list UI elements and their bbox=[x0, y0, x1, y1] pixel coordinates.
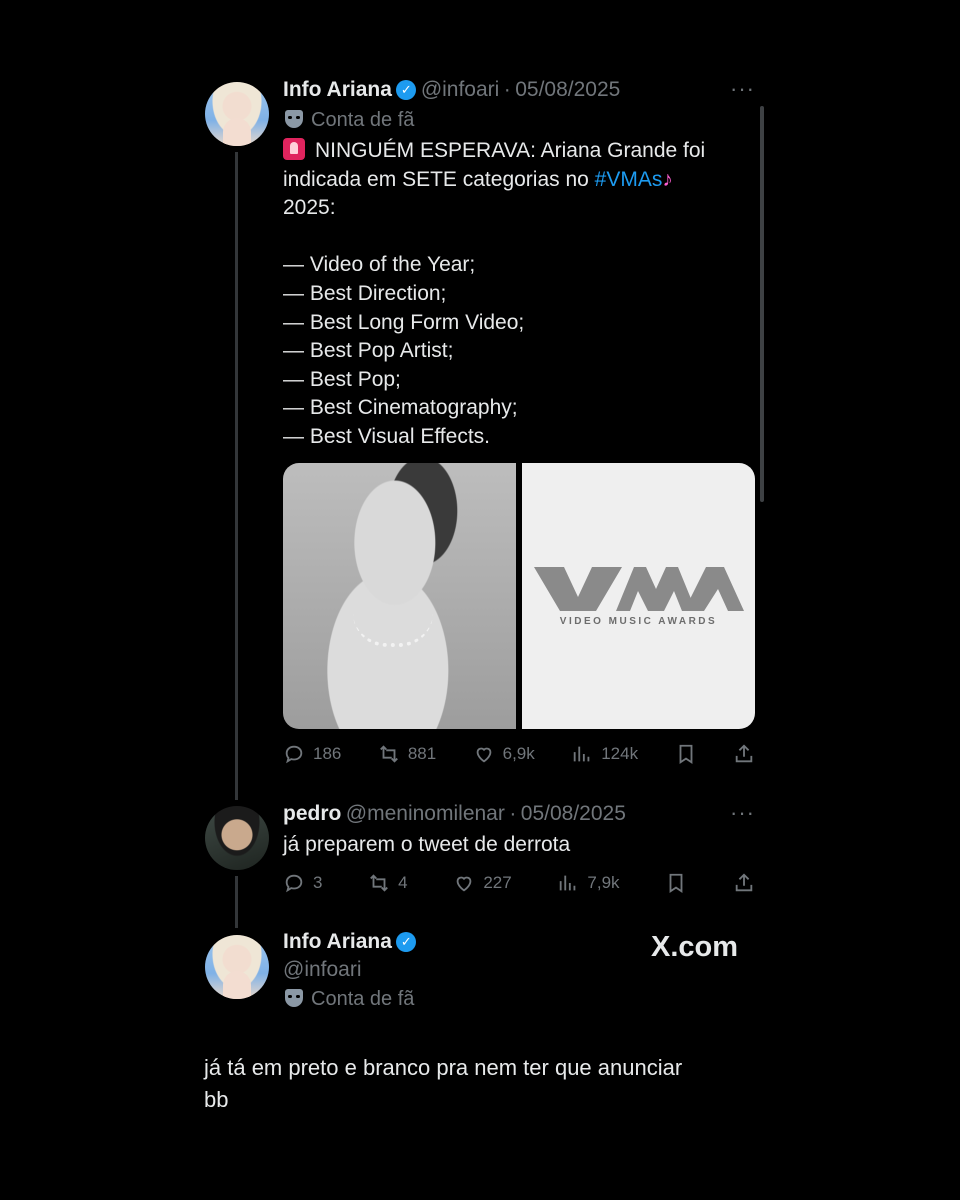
hashtag-link[interactable]: #VMAs bbox=[595, 168, 663, 191]
tweet-line-2: indicada em SETE categorias no #VMAs♪ bbox=[283, 167, 673, 191]
more-icon[interactable]: ··· bbox=[730, 800, 755, 826]
caption-text: já tá em preto e branco pra nem ter que … bbox=[204, 1052, 682, 1116]
category-item: — Best Pop Artist; bbox=[283, 339, 454, 363]
svg-text:M: M bbox=[666, 580, 678, 596]
tweet-line-3: 2025: bbox=[283, 196, 336, 220]
category-item: — Best Cinematography; bbox=[283, 396, 518, 420]
vma-logo-icon: M bbox=[534, 567, 744, 611]
necklace-detail bbox=[353, 613, 433, 647]
display-name[interactable]: Info Ariana bbox=[283, 78, 392, 101]
retweet-count: 881 bbox=[407, 744, 437, 763]
share-button[interactable] bbox=[733, 872, 755, 894]
username[interactable]: @infoari bbox=[421, 78, 500, 101]
share-button[interactable] bbox=[733, 743, 755, 765]
like-count: 6,9k bbox=[502, 744, 535, 763]
like-button[interactable]: 6,9k bbox=[473, 743, 535, 765]
siren-emoji-icon bbox=[283, 138, 305, 160]
verified-badge-icon: ✓ bbox=[396, 80, 417, 100]
photo-ariana[interactable] bbox=[283, 463, 516, 729]
reply-icon bbox=[285, 874, 303, 893]
vma-caption: VIDEO MUSIC AWARDS bbox=[559, 616, 718, 627]
account-label: Conta de fã bbox=[285, 109, 414, 132]
retweet-icon bbox=[379, 745, 398, 763]
display-name[interactable]: Info Ariana bbox=[283, 930, 392, 953]
brand-watermark: X.com bbox=[651, 931, 739, 963]
reply-button[interactable]: 3 bbox=[283, 872, 322, 894]
more-icon[interactable]: ··· bbox=[730, 76, 755, 102]
tweet-header: pedro @meninomilenar · 05/08/2025 bbox=[283, 802, 626, 826]
share-icon bbox=[735, 744, 753, 763]
tweet-header: Info Ariana ✓ bbox=[283, 930, 417, 954]
reply-button[interactable]: 186 bbox=[283, 743, 341, 765]
media-grid: M VIDEO MUSIC AWARDS bbox=[283, 463, 755, 729]
tweet-actions: 3 4 227 7,9k bbox=[283, 868, 755, 898]
bookmark-button[interactable] bbox=[675, 743, 697, 765]
tweet-date[interactable]: 05/08/2025 bbox=[521, 802, 626, 825]
like-button[interactable]: 227 bbox=[453, 872, 512, 894]
tweet-actions: 186 881 6,9k 124k bbox=[283, 739, 755, 769]
retweet-count: 4 bbox=[398, 873, 408, 892]
account-label: Conta de fã bbox=[285, 988, 414, 1011]
thread-line-2 bbox=[235, 876, 238, 928]
views-count: 124k bbox=[601, 744, 639, 763]
account-label-text: Conta de fã bbox=[311, 109, 415, 131]
views-icon bbox=[573, 746, 590, 762]
photo-vma-logo[interactable]: M VIDEO MUSIC AWARDS bbox=[522, 463, 755, 729]
avatar[interactable] bbox=[205, 82, 269, 146]
tweet-date[interactable]: 05/08/2025 bbox=[515, 78, 620, 101]
avatar[interactable] bbox=[205, 806, 269, 870]
username[interactable]: @infoari bbox=[283, 958, 362, 982]
retweet-button[interactable]: 4 bbox=[368, 872, 408, 894]
retweet-button[interactable]: 881 bbox=[378, 743, 436, 765]
tweet-text: NINGUÉM ESPERAVA: Ariana Grande foi indi… bbox=[283, 137, 753, 452]
bookmark-icon bbox=[679, 744, 692, 764]
views-icon bbox=[560, 875, 576, 891]
views-button[interactable]: 124k bbox=[571, 743, 638, 765]
like-count: 227 bbox=[483, 873, 512, 892]
avatar[interactable] bbox=[205, 935, 269, 999]
views-button[interactable]: 7,9k bbox=[557, 872, 620, 894]
bookmark-icon bbox=[669, 873, 683, 893]
display-name[interactable]: pedro bbox=[283, 802, 341, 825]
like-icon bbox=[457, 876, 472, 892]
category-item: — Best Pop; bbox=[283, 367, 401, 391]
category-item: — Best Visual Effects. bbox=[283, 424, 490, 448]
like-icon bbox=[476, 747, 491, 763]
fan-account-mask-icon bbox=[285, 989, 303, 1007]
category-item: — Best Direction; bbox=[283, 281, 447, 305]
views-count: 7,9k bbox=[587, 873, 620, 892]
reply-text: já preparem o tweet de derrota bbox=[283, 833, 571, 856]
thread-line-1 bbox=[235, 152, 238, 800]
account-label-text: Conta de fã bbox=[311, 988, 415, 1010]
reply-count: 3 bbox=[313, 873, 323, 892]
category-list: — Video of the Year; — Best Direction; — B… bbox=[283, 251, 753, 451]
caption-line-1: já tá em preto e branco pra nem ter que … bbox=[204, 1055, 683, 1080]
scrollbar[interactable] bbox=[760, 106, 764, 502]
username[interactable]: @meninomilenar bbox=[346, 802, 505, 825]
verified-badge-icon: ✓ bbox=[396, 932, 417, 952]
category-item: — Best Long Form Video; bbox=[283, 310, 525, 334]
caption-line-2: bb bbox=[204, 1087, 229, 1112]
retweet-icon bbox=[370, 874, 389, 892]
tweet-header: Info Ariana ✓ @infoari · 05/08/2025 bbox=[283, 78, 620, 102]
separator-dot: · bbox=[503, 78, 511, 101]
category-item: — Video of the Year; bbox=[283, 253, 476, 277]
tweet-line-1: NINGUÉM ESPERAVA: Ariana Grande foi bbox=[283, 137, 753, 166]
separator-dot: · bbox=[509, 802, 517, 825]
share-icon bbox=[735, 873, 753, 892]
reply-count: 186 bbox=[313, 744, 342, 763]
singer-emoji-icon: ♪ bbox=[662, 167, 673, 191]
bookmark-button[interactable] bbox=[665, 872, 687, 894]
fan-account-mask-icon bbox=[285, 110, 303, 128]
reply-icon bbox=[285, 745, 303, 764]
